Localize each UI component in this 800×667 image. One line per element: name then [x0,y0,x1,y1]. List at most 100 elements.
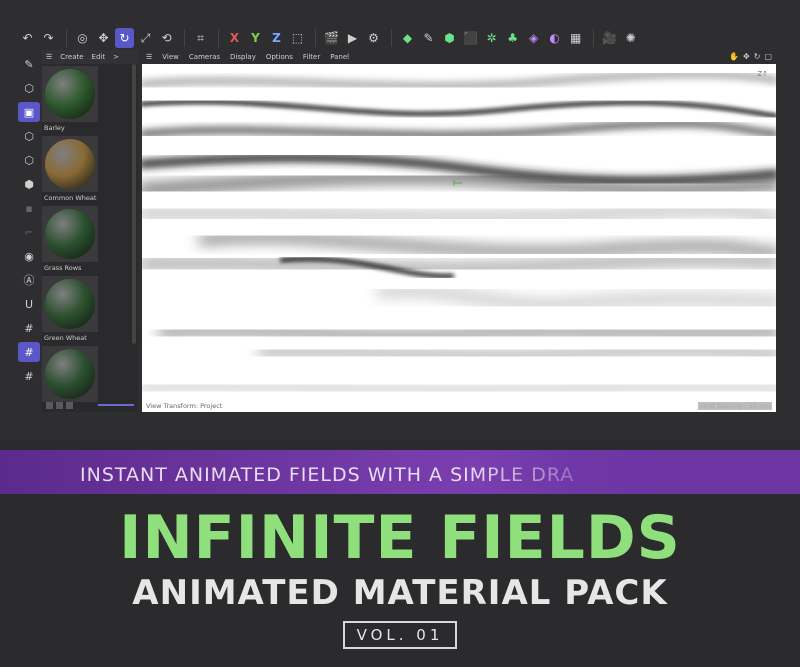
material-manager: ☰ Create Edit > Barley Common Wheat Grass … [42,50,138,412]
undo-icon[interactable]: ↶ [18,28,37,48]
zoom-icon[interactable]: ✥ [743,52,750,61]
menu-filter[interactable]: Filter [303,53,320,61]
material-label: Grass Rows [44,264,82,272]
thumbnail-size-slider[interactable] [98,404,134,406]
orbit-icon[interactable]: ↻ [754,52,761,61]
polygon-mode-icon[interactable]: ⬢ [18,174,40,194]
viewport-menu-icon[interactable]: ☰ [146,53,152,61]
mograph-icon[interactable]: ✲ [482,28,501,48]
material-item[interactable]: Barley [42,66,98,134]
maximize-icon[interactable]: ▢ [764,52,772,61]
main-toolbar: ↶ ↷ ◎ ✥ ↻ ⤢ ⟲ ⌗ X Y Z ⬚ 🎬 ▶ ⚙ ◆ ✎ ⬢ ⬛ ✲ ♣ ◈ ◐ ▦ 🎥 ✺ [18,26,642,50]
menu-icon[interactable]: ☰ [46,53,52,61]
edit-mode-icon[interactable]: ✎ [18,54,40,74]
recent-tools-icon[interactable]: ⟲ [157,28,176,48]
large-view-icon[interactable] [66,401,73,409]
axis-mode-icon[interactable]: ⌐ [18,222,40,242]
menu-panel[interactable]: Panel [330,53,349,61]
pan-icon[interactable]: ✋ [729,52,739,61]
camera-icon[interactable]: 🎥 [600,28,619,48]
product-title: INFINITE FIELDS [119,503,681,573]
material-item[interactable]: Green Wheat [42,276,98,344]
subdivision-icon[interactable]: ⬢ [440,28,459,48]
generator-icon[interactable]: ⬛ [461,28,480,48]
cinema4d-window: ↶ ↷ ◎ ✥ ↻ ⤢ ⟲ ⌗ X Y Z ⬚ 🎬 ▶ ⚙ ◆ ✎ ⬢ ⬛ ✲ ♣ ◈ ◐ ▦ 🎥 ✺ ✎ ⬡ ▣ ⬡ ⬡ ⬢ ▪ ⌐ ◉ Ⓐ U # #… [0,0,800,440]
grid-view-icon[interactable] [56,401,63,409]
grid-snap-icon[interactable]: # [18,342,40,362]
texture-mode-icon[interactable]: ▣ [18,102,40,122]
material-preview[interactable] [42,276,98,332]
material-label: Barley [44,124,65,132]
render-view-icon[interactable]: 🎬 [322,28,341,48]
redo-icon[interactable]: ↷ [39,28,58,48]
scale-icon[interactable]: ⤢ [136,28,155,48]
field-render [142,64,776,412]
material-preview[interactable] [42,136,98,192]
material-preview[interactable] [42,66,98,122]
cube-icon[interactable]: ◆ [398,28,417,48]
y-axis-button[interactable]: Y [246,28,265,48]
viewport-menu: ☰ View Cameras Display Options Filter Pa… [142,50,782,64]
toolbar-separator [593,29,595,47]
workplane-icon[interactable]: Ⓐ [18,270,40,290]
spline-pen-icon[interactable]: ✎ [419,28,438,48]
material-sphere [45,209,95,259]
menu-edit[interactable]: Edit [92,53,106,61]
z-axis-button[interactable]: Z [267,28,286,48]
tag-icon[interactable]: ◐ [545,28,564,48]
grid-icon[interactable]: # [18,318,40,338]
material-preview[interactable] [42,346,98,402]
menu-create[interactable]: Create [60,53,83,61]
toolbar-separator [66,29,67,47]
list-view-icon[interactable] [46,401,53,409]
live-select-icon[interactable]: ◎ [73,28,92,48]
3d-viewport[interactable]: Z↑ View Transform: Project Grid Spacing … [142,64,776,412]
toolbar-separator [391,29,392,47]
material-sphere [45,279,95,329]
menu-view[interactable]: View [162,53,179,61]
menu-display[interactable]: Display [230,53,256,61]
material-item[interactable]: Common Wheat [42,136,98,204]
toolbar-separator [315,29,316,47]
x-axis-button[interactable]: X [225,28,244,48]
menu-options[interactable]: Options [266,53,293,61]
rotate-icon[interactable]: ↻ [115,28,135,48]
axis-gizmo-icon: Z↑ [757,70,768,78]
light-icon[interactable]: ✺ [621,28,640,48]
material-menu: ☰ Create Edit > [42,50,138,64]
point-mode-icon[interactable]: ⬡ [18,126,40,146]
material-list: Barley Common Wheat Grass Rows Green Wheat [42,66,138,414]
left-tool-strip: ✎ ⬡ ▣ ⬡ ⬡ ⬢ ▪ ⌐ ◉ Ⓐ U # # # [18,54,40,414]
solo-icon[interactable]: ◉ [18,246,40,266]
grid-axis-icon[interactable]: # [18,366,40,386]
material-scrollbar[interactable] [132,64,136,344]
uv-mode-icon[interactable]: ▪ [18,198,40,218]
material-label: Green Wheat [44,334,87,342]
toolbar-separator [184,29,186,47]
model-mode-icon[interactable]: ⬡ [18,78,40,98]
material-item[interactable]: Grass Rows [42,206,98,274]
world-coords-icon[interactable]: ⬚ [288,28,307,48]
field-icon[interactable]: ◈ [524,28,543,48]
banner-fade [470,450,800,494]
coord-system-icon[interactable]: ⌗ [191,28,210,48]
edge-mode-icon[interactable]: ⬡ [18,150,40,170]
deformer-icon[interactable]: ♣ [503,28,522,48]
material-sphere [45,139,95,189]
promo-banner: INSTANT ANIMATED FIELDS WITH A SIMPLE DR… [0,450,800,494]
volume-badge: VOL. 01 [343,621,457,649]
move-icon[interactable]: ✥ [94,28,113,48]
menu-cameras[interactable]: Cameras [189,53,220,61]
snap-icon[interactable]: U [18,294,40,314]
material-sphere [45,349,95,399]
render-settings-icon[interactable]: ⚙ [364,28,383,48]
product-subtitle: ANIMATED MATERIAL PACK [132,573,668,613]
viewport-status: View Transform: Project [146,402,223,410]
menu-more[interactable]: > [113,53,119,61]
floor-icon[interactable]: ▦ [566,28,585,48]
grid-spacing-label: Grid Spacing : 50 cm [697,402,772,410]
toolbar-separator [218,29,219,47]
material-preview[interactable] [42,206,98,262]
render-picture-icon[interactable]: ▶ [343,28,362,48]
material-label: Common Wheat [44,194,97,202]
